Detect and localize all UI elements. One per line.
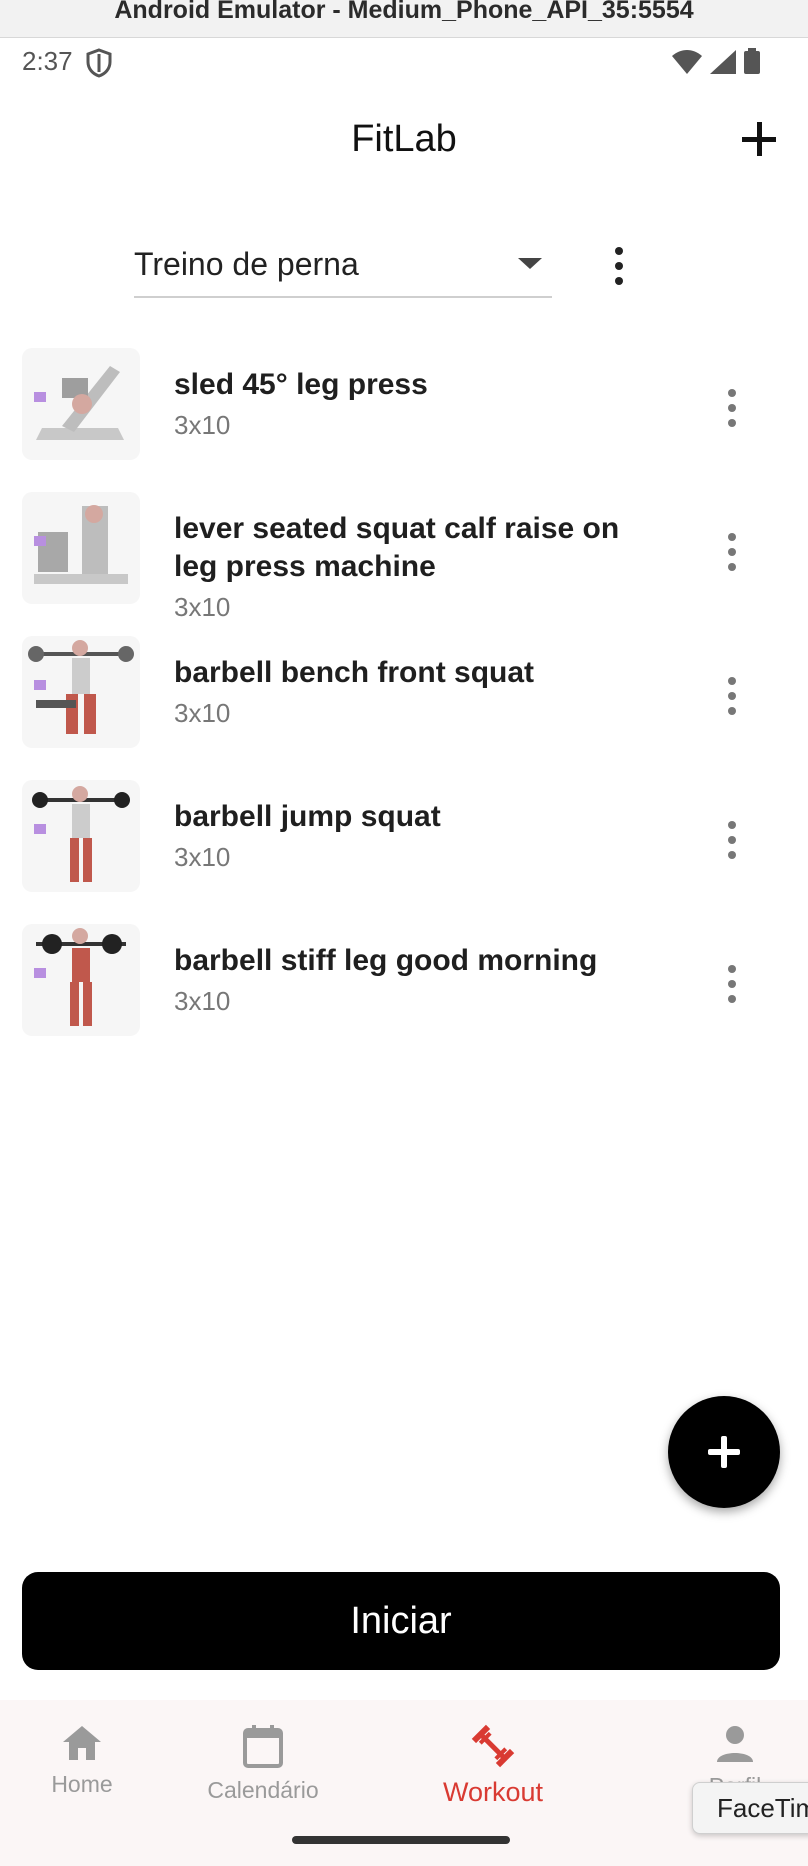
workout-options-button[interactable]: [603, 246, 635, 286]
app-bar: FitLab: [0, 100, 808, 186]
exercise-thumbnail: [22, 780, 140, 892]
status-icons: [672, 48, 760, 74]
exercise-sets: 3x10: [174, 410, 231, 440]
exercise-options-button[interactable]: [724, 964, 740, 1004]
nav-label-calendar: Calendário: [207, 1777, 319, 1803]
exercise-options-button[interactable]: [724, 676, 740, 716]
exercise-item[interactable]: barbell jump squat 3x10: [0, 780, 808, 924]
status-time: 2:37: [22, 46, 73, 76]
dumbbell-icon: [471, 1724, 515, 1768]
workout-dropdown-value: Treino de perna: [134, 246, 359, 282]
exercise-thumbnail: [22, 348, 140, 460]
exercise-thumbnail: [22, 636, 140, 748]
nav-label-home: Home: [51, 1771, 113, 1797]
exercise-item[interactable]: lever seated squat calf raise on leg pre…: [0, 492, 808, 636]
status-bar: 2:37: [0, 40, 808, 84]
exercise-item[interactable]: barbell stiff leg good morning 3x10: [0, 924, 808, 1068]
exercise-options-button[interactable]: [724, 820, 740, 860]
signal-icon: [710, 50, 736, 74]
window-title-text: Android Emulator - Medium_Phone_API_35:5…: [114, 0, 694, 24]
facetime-tooltip: FaceTime: [692, 1782, 808, 1834]
battery-icon: [744, 48, 760, 74]
home-indicator[interactable]: [292, 1836, 510, 1844]
shield-icon: [86, 48, 112, 78]
exercise-options-button[interactable]: [724, 388, 740, 428]
exercise-name: barbell bench front squat: [174, 656, 535, 689]
exercise-item[interactable]: sled 45° leg press 3x10: [0, 348, 808, 492]
start-workout-button[interactable]: Iniciar: [22, 1572, 780, 1670]
wifi-icon: [672, 50, 702, 74]
workout-selector-row: Treino de perna: [0, 232, 808, 304]
exercise-list: sled 45° leg press 3x10 lever seated squ…: [0, 348, 808, 1068]
page-title: FitLab: [351, 118, 457, 160]
exercise-name: lever seated squat calf raise on leg pre…: [174, 512, 620, 583]
exercise-sets: 3x10: [174, 592, 231, 622]
nav-item-workout[interactable]: Workout: [438, 1724, 548, 1808]
add-workout-button[interactable]: [738, 118, 782, 162]
exercise-thumbnail: [22, 924, 140, 1036]
exercise-sets: 3x10: [174, 698, 231, 728]
add-exercise-fab[interactable]: [668, 1396, 780, 1508]
person-icon: [717, 1726, 753, 1762]
workout-dropdown[interactable]: Treino de perna: [134, 232, 552, 298]
nav-item-calendar[interactable]: Calendário: [204, 1724, 322, 1804]
exercise-name: sled 45° leg press: [174, 368, 428, 401]
dropdown-arrow-icon: [518, 258, 542, 269]
home-icon: [63, 1726, 101, 1760]
nav-label-workout: Workout: [442, 1777, 544, 1807]
exercise-sets: 3x10: [174, 842, 231, 872]
nav-item-home[interactable]: Home: [44, 1724, 120, 1798]
exercise-name: barbell jump squat: [174, 800, 441, 833]
exercise-thumbnail: [22, 492, 140, 604]
exercise-item[interactable]: barbell bench front squat 3x10: [0, 636, 808, 780]
exercise-options-button[interactable]: [724, 532, 740, 572]
emulator-window-title: Android Emulator - Medium_Phone_API_35:5…: [0, 0, 808, 38]
exercise-name: barbell stiff leg good morning: [174, 944, 598, 977]
exercise-sets: 3x10: [174, 986, 231, 1016]
calendar-icon: [243, 1725, 283, 1768]
